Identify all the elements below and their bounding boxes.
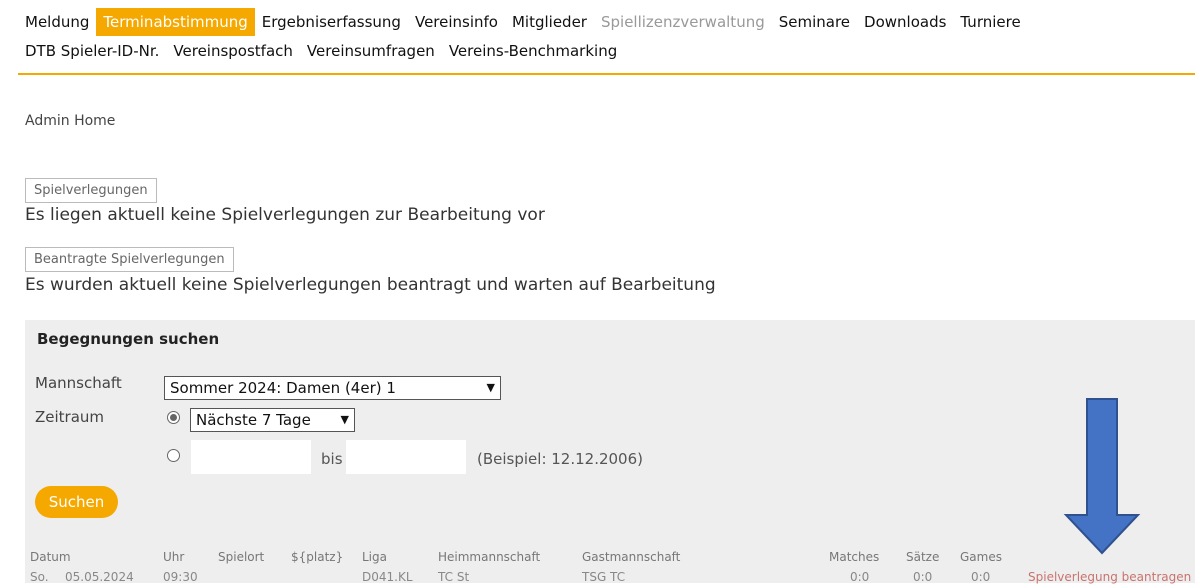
nav-item-ergebniserfassung[interactable]: Ergebniserfassung (255, 8, 408, 36)
nav-item-seminare[interactable]: Seminare (772, 8, 857, 36)
beantragte-status-text: Es wurden aktuell keine Spielverlegungen… (25, 275, 716, 295)
nav-item-meldung[interactable]: Meldung (18, 8, 96, 36)
team-select[interactable]: Sommer 2024: Damen (4er) 1 ▼ (164, 376, 501, 400)
col-header-matches: Matches (829, 550, 880, 564)
col-header-spielort: Spielort (218, 550, 265, 564)
nav-item-vereinsinfo[interactable]: Vereinsinfo (408, 8, 505, 36)
chevron-down-icon: ▼ (340, 413, 349, 426)
search-panel: Begegnungen suchen Mannschaft Sommer 202… (25, 320, 1195, 584)
col-header-games: Games (960, 550, 1002, 564)
row-liga[interactable]: D041.KL (362, 570, 413, 584)
period-select[interactable]: Nächste 7 Tage ▼ (190, 408, 355, 432)
date-from-input[interactable] (191, 440, 311, 474)
spielverlegungen-status-text: Es liegen aktuell keine Spielverlegungen… (25, 205, 545, 225)
period-label: Zeitraum (35, 408, 105, 426)
col-header-platz: ${platz} (291, 550, 344, 564)
nav-item-downloads[interactable]: Downloads (857, 8, 953, 36)
period-preset-radio[interactable] (167, 411, 180, 424)
row-heimmannschaft[interactable]: TC St (438, 570, 469, 584)
bis-label: bis (321, 450, 343, 468)
nav-item-turniere[interactable]: Turniere (953, 8, 1027, 36)
nav-row-2: DTB Spieler-ID-Nr. Vereinspostfach Verei… (18, 36, 1195, 66)
col-header-saetze: Sätze (906, 550, 940, 564)
nav-row-1: Meldung Terminabstimmung Ergebniserfassu… (18, 8, 1195, 36)
nav-item-vereinsumfragen[interactable]: Vereinsumfragen (300, 37, 442, 65)
search-button[interactable]: Suchen (35, 486, 118, 518)
row-saetze: 0:0 (913, 570, 933, 584)
nav-item-mitglieder[interactable]: Mitglieder (505, 8, 594, 36)
nav-item-vereinspostfach[interactable]: Vereinspostfach (166, 37, 300, 65)
nav-item-vereins-benchmarking[interactable]: Vereins-Benchmarking (442, 37, 624, 65)
col-header-uhr: Uhr (163, 550, 185, 564)
row-matches: 0:0 (850, 570, 870, 584)
nav-item-spiellizenzverwaltung: Spiellizenzverwaltung (600, 13, 765, 31)
col-header-gastmannschaft: Gastmannschaft (582, 550, 681, 564)
row-time: 09:30 (163, 570, 198, 584)
col-header-heimmannschaft: Heimmannschaft (438, 550, 541, 564)
period-select-value: Nächste 7 Tage (196, 411, 311, 429)
col-header-datum: Datum (30, 550, 71, 564)
main-navigation: Meldung Terminabstimmung Ergebniserfassu… (18, 8, 1195, 66)
spielverlegung-beantragen-link[interactable]: Spielverlegung beantragen (1028, 570, 1191, 584)
spielverlegungen-button[interactable]: Spielverlegungen (25, 178, 157, 203)
row-games: 0:0 (971, 570, 991, 584)
breadcrumb-admin-home[interactable]: Admin Home (25, 113, 115, 129)
date-to-input[interactable] (346, 440, 466, 474)
col-header-liga: Liga (362, 550, 387, 564)
down-arrow-icon (1063, 398, 1141, 555)
row-date: 05.05.2024 (65, 570, 134, 584)
nav-item-dtb-spieler-id[interactable]: DTB Spieler-ID-Nr. (18, 37, 166, 65)
search-panel-title: Begegnungen suchen (37, 330, 220, 348)
period-custom-radio[interactable] (167, 449, 180, 462)
date-example-hint: (Beispiel: 12.12.2006) (477, 450, 643, 468)
row-day: So. (30, 570, 49, 584)
chevron-down-icon: ▼ (486, 381, 495, 394)
team-select-value: Sommer 2024: Damen (4er) 1 (170, 379, 396, 397)
nav-item-terminabstimmung[interactable]: Terminabstimmung (96, 8, 255, 36)
team-label: Mannschaft (35, 374, 122, 392)
row-gastmannschaft[interactable]: TSG TC (582, 570, 625, 584)
beantragte-spielverlegungen-button[interactable]: Beantragte Spielverlegungen (25, 247, 234, 272)
nav-divider (18, 73, 1195, 75)
